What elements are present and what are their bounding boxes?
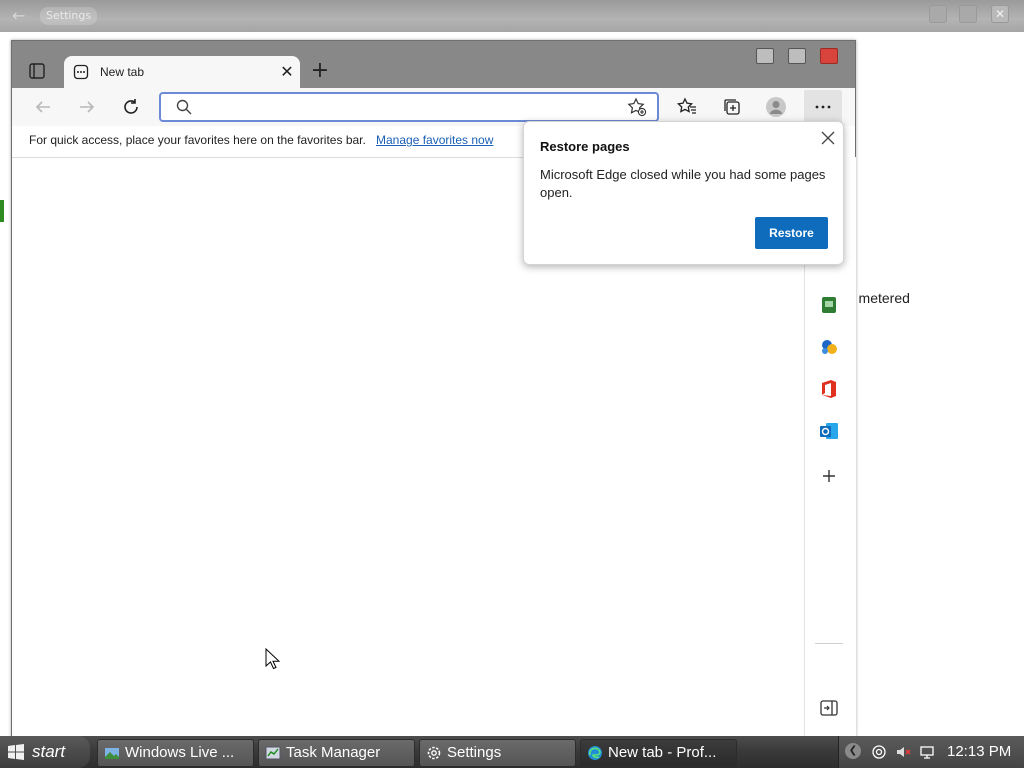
taskbar-button-label: Windows Live ... <box>125 744 235 761</box>
more-icon <box>815 105 831 109</box>
address-bar[interactable] <box>159 92 659 122</box>
tab-actions-button[interactable] <box>26 60 48 82</box>
office-icon[interactable] <box>818 378 840 400</box>
close-icon[interactable] <box>818 128 838 148</box>
taskbar-clock[interactable]: 12:13 PM <box>947 743 1011 760</box>
restore-pages-popup: Restore pages Microsoft Edge closed whil… <box>523 121 844 265</box>
tab-strip: New tab ✕ + <box>12 41 855 89</box>
restore-button[interactable]: Restore <box>755 217 828 249</box>
settings-maximize-button[interactable] <box>959 5 977 23</box>
windows-logo-icon <box>8 744 24 760</box>
taskbar-button-windows-live[interactable]: Windows Live ... <box>97 739 254 767</box>
edge-icon <box>588 746 602 760</box>
edge-minimize-button[interactable] <box>756 48 774 64</box>
favorites-icon[interactable] <box>676 96 698 118</box>
taskbar-button-label: Task Manager <box>286 744 381 761</box>
edge-maximize-button[interactable] <box>788 48 806 64</box>
taskbar-button-label: New tab - Prof... <box>608 744 717 761</box>
favorites-bar-message: For quick access, place your favorites h… <box>29 133 366 147</box>
edge-close-button[interactable] <box>820 48 838 64</box>
sidebar-divider <box>815 643 843 644</box>
volume-muted-icon[interactable] <box>895 744 911 760</box>
address-input[interactable] <box>195 97 619 119</box>
settings-and-more-button[interactable] <box>804 90 842 124</box>
gear-icon <box>427 746 441 760</box>
close-tab-icon[interactable]: ✕ <box>277 62 297 82</box>
settings-partial-text: r metered <box>850 290 910 306</box>
tab-actions-icon <box>29 63 45 79</box>
start-label: start <box>32 742 66 761</box>
taskbar-button-label: Settings <box>447 744 502 761</box>
settings-title-bar: ← Settings ✕ <box>0 0 1024 32</box>
settings-nav-indicator <box>0 200 4 222</box>
network-icon[interactable] <box>871 744 887 760</box>
hide-sidebar-icon[interactable] <box>818 697 840 719</box>
taskbar-button-task-manager[interactable]: Task Manager <box>258 739 415 767</box>
settings-minimize-button[interactable] <box>929 5 947 23</box>
back-arrow-icon[interactable]: ← <box>12 6 34 26</box>
restore-popup-title: Restore pages <box>540 139 630 154</box>
monitor-icon[interactable] <box>919 744 935 760</box>
show-hidden-icons-button[interactable]: ❮ <box>845 743 861 759</box>
tab-title: New tab <box>100 65 145 79</box>
manage-favorites-link[interactable]: Manage favorites now <box>376 133 493 147</box>
outlook-icon[interactable] <box>818 420 840 442</box>
shopping-icon[interactable] <box>818 294 840 316</box>
start-button[interactable]: start <box>0 736 90 768</box>
system-tray: ❮ 12:13 PM <box>838 736 1024 768</box>
taskbar-button-edge[interactable]: New tab - Prof... <box>580 739 737 767</box>
refresh-icon[interactable] <box>120 96 142 118</box>
new-tab-icon <box>73 64 89 80</box>
search-icon <box>176 99 192 115</box>
profile-icon[interactable] <box>765 96 787 118</box>
add-favorite-icon[interactable] <box>627 97 647 117</box>
mouse-cursor-icon <box>265 648 281 670</box>
collections-icon[interactable] <box>721 96 743 118</box>
settings-window-title: Settings <box>40 7 98 25</box>
tab-new-tab[interactable]: New tab ✕ <box>64 56 300 89</box>
restore-popup-message: Microsoft Edge closed while you had some… <box>540 167 826 200</box>
task-manager-icon <box>265 746 281 760</box>
settings-close-button[interactable]: ✕ <box>991 5 1009 23</box>
forward-icon[interactable] <box>76 96 98 118</box>
windows-live-icon <box>105 748 119 759</box>
games-icon[interactable] <box>818 336 840 358</box>
taskbar: start Windows Live ... Task Manager Sett… <box>0 736 1024 768</box>
taskbar-button-settings[interactable]: Settings <box>419 739 576 767</box>
back-icon[interactable] <box>32 96 54 118</box>
add-icon[interactable] <box>818 465 840 487</box>
new-tab-button[interactable]: + <box>308 60 332 84</box>
